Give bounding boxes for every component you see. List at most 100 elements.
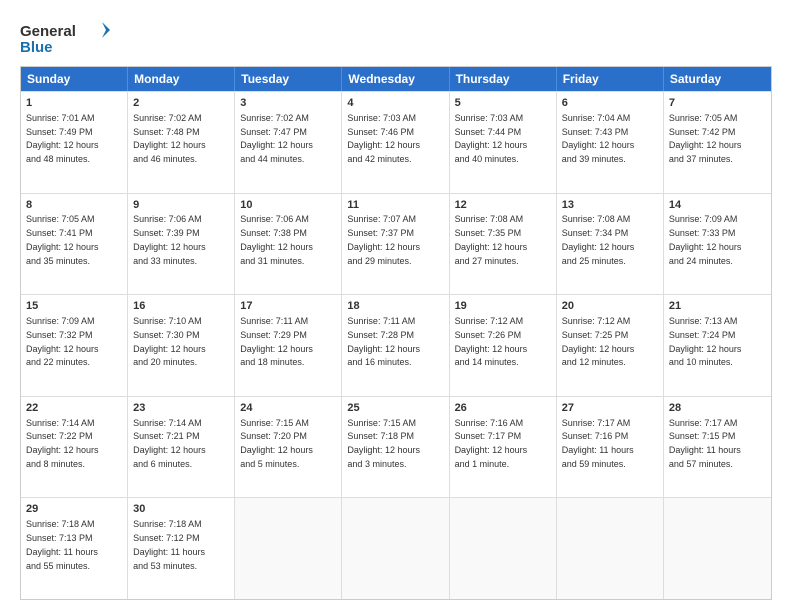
day-number: 1 (26, 96, 122, 111)
cell-info: Sunset: 7:48 PM (133, 127, 200, 137)
cell-info: Sunrise: 7:05 AM (669, 113, 738, 123)
calendar-cell: 10Sunrise: 7:06 AM Sunset: 7:38 PM Dayligh… (235, 194, 342, 295)
cell-info: Sunset: 7:15 PM (669, 431, 736, 441)
day-number: 17 (240, 299, 336, 314)
cell-info: and 46 minutes. (133, 154, 197, 164)
calendar-cell: 3Sunrise: 7:02 AMSunset: 7:47 PMDaylight… (235, 92, 342, 193)
cell-info: and 35 minutes. (26, 256, 90, 266)
cell-info: and 5 minutes. (240, 459, 299, 469)
calendar-cell (342, 498, 449, 599)
cell-info: and 20 minutes. (133, 357, 197, 367)
cell-info: Sunrise: 7:11 AM (240, 316, 308, 326)
calendar-cell: 12Sunrise: 7:08 AMSunset: 7:35 PMDayligh… (450, 194, 557, 295)
cell-info: Daylight: 11 hours (133, 547, 205, 557)
calendar-cell: 4Sunrise: 7:03 AMSunset: 7:46 PMDaylight… (342, 92, 449, 193)
calendar-cell: 25Sunrise: 7:15 AMSunset: 7:18 PMDayligh… (342, 397, 449, 498)
cell-info: Sunset: 7:30 PM (133, 330, 200, 340)
cell-info: Sunset: 7:16 PM (562, 431, 629, 441)
cell-info: Sunrise: 7:06 AM (240, 214, 309, 224)
cell-info: and 27 minutes. (455, 256, 519, 266)
cell-info: Daylight: 11 hours (669, 445, 741, 455)
calendar-cell: 29Sunrise: 7:18 AMSunset: 7:13 PMDayligh… (21, 498, 128, 599)
cell-info: and 24 minutes. (669, 256, 733, 266)
cell-info: Sunset: 7:33 PM (669, 228, 736, 238)
cell-info: Daylight: 12 hours (240, 140, 313, 150)
calendar-cell: 16Sunrise: 7:10 AMSunset: 7:30 PMDayligh… (128, 295, 235, 396)
cell-info: Daylight: 12 hours (347, 344, 420, 354)
cell-info: Sunrise: 7:17 AM (669, 418, 738, 428)
calendar-cell: 2Sunrise: 7:02 AMSunset: 7:48 PMDaylight… (128, 92, 235, 193)
cell-info: Sunset: 7:28 PM (347, 330, 414, 340)
cell-info: Sunset: 7:32 PM (26, 330, 93, 340)
calendar-cell: 7Sunrise: 7:05 AMSunset: 7:42 PMDaylight… (664, 92, 771, 193)
calendar-cell: 27Sunrise: 7:17 AMSunset: 7:16 PMDayligh… (557, 397, 664, 498)
calendar: SundayMondayTuesdayWednesdayThursdayFrid… (20, 66, 772, 600)
cell-info: and 14 minutes. (455, 357, 519, 367)
day-number: 3 (240, 96, 336, 111)
cell-info: and 57 minutes. (669, 459, 733, 469)
cell-info: and 40 minutes. (455, 154, 519, 164)
cell-info: and 12 minutes. (562, 357, 626, 367)
cell-info: Sunset: 7:43 PM (562, 127, 629, 137)
day-number: 4 (347, 96, 443, 111)
day-number: 15 (26, 299, 122, 314)
cell-info: and 3 minutes. (347, 459, 406, 469)
cell-info: Daylight: 12 hours (133, 344, 206, 354)
day-number: 10 (240, 198, 336, 213)
calendar-cell: 6Sunrise: 7:04 AMSunset: 7:43 PMDaylight… (557, 92, 664, 193)
cell-info: Daylight: 12 hours (669, 344, 742, 354)
cell-info: Sunset: 7:18 PM (347, 431, 414, 441)
cell-info: Sunrise: 7:01 AM (26, 113, 95, 123)
svg-text:Blue: Blue (20, 39, 53, 56)
cell-info: and 59 minutes. (562, 459, 626, 469)
calendar-cell (664, 498, 771, 599)
cell-info: Sunrise: 7:09 AM (26, 316, 95, 326)
cell-info: and 8 minutes. (26, 459, 85, 469)
day-number: 12 (455, 198, 551, 213)
day-number: 26 (455, 401, 551, 416)
cell-info: Sunrise: 7:08 AM (455, 214, 524, 224)
cell-info: and 42 minutes. (347, 154, 411, 164)
cell-info: and 22 minutes. (26, 357, 90, 367)
calendar-cell (450, 498, 557, 599)
cell-info: and 37 minutes. (669, 154, 733, 164)
day-number: 27 (562, 401, 658, 416)
cell-info: Sunrise: 7:11 AM (347, 316, 415, 326)
cell-info: Daylight: 12 hours (455, 445, 528, 455)
cell-info: Sunset: 7:38 PM (240, 228, 307, 238)
day-number: 19 (455, 299, 551, 314)
cell-info: Sunrise: 7:12 AM (455, 316, 524, 326)
calendar-cell: 8Sunrise: 7:05 AMSunset: 7:41 PMDaylight… (21, 194, 128, 295)
cell-info: Sunrise: 7:07 AM (347, 214, 416, 224)
cell-info: Sunset: 7:42 PM (669, 127, 736, 137)
calendar-cell: 24Sunrise: 7:15 AMSunset: 7:20 PMDayligh… (235, 397, 342, 498)
cell-info: Daylight: 12 hours (240, 242, 313, 252)
calendar-header-cell: Wednesday (342, 67, 449, 91)
calendar-cell: 20Sunrise: 7:12 AMSunset: 7:25 PMDayligh… (557, 295, 664, 396)
calendar-cell: 17Sunrise: 7:11 AMSunset: 7:29 PMDayligh… (235, 295, 342, 396)
calendar-cell: 15Sunrise: 7:09 AMSunset: 7:32 PMDayligh… (21, 295, 128, 396)
calendar-cell (235, 498, 342, 599)
day-number: 7 (669, 96, 766, 111)
logo-icon: General Blue (20, 18, 110, 56)
calendar-row: 15 Sunrise: 7:09 AM Sunset: 7:32 PM Dayligh… (21, 294, 771, 396)
calendar-body: 1Sunrise: 7:01 AMSunset: 7:49 PMDaylight… (21, 91, 771, 599)
calendar-row: 22Sunrise: 7:14 AMSunset: 7:22 PMDayligh… (21, 396, 771, 498)
day-number: 28 (669, 401, 766, 416)
calendar-cell: 18Sunrise: 7:11 AMSunset: 7:28 PMDayligh… (342, 295, 449, 396)
cell-info: Sunset: 7:37 PM (347, 228, 414, 238)
cell-info: Sunset: 7:35 PM (455, 228, 522, 238)
cell-info: Sunrise: 7:02 AM (240, 113, 309, 123)
calendar-header-cell: Monday (128, 67, 235, 91)
cell-info: Sunset: 7:20 PM (240, 431, 307, 441)
cell-info: Sunset: 7:22 PM (26, 431, 93, 441)
cell-info: Sunrise: 7:17 AM (562, 418, 631, 428)
calendar-header-cell: Saturday (664, 67, 771, 91)
calendar-cell: 26Sunrise: 7:16 AMSunset: 7:17 PMDayligh… (450, 397, 557, 498)
cell-info: Daylight: 12 hours (240, 445, 313, 455)
calendar-row: 29Sunrise: 7:18 AMSunset: 7:13 PMDayligh… (21, 497, 771, 599)
cell-info: Daylight: 12 hours (347, 242, 420, 252)
cell-info: and 29 minutes. (347, 256, 411, 266)
day-number: 20 (562, 299, 658, 314)
cell-info: and 48 minutes. (26, 154, 90, 164)
